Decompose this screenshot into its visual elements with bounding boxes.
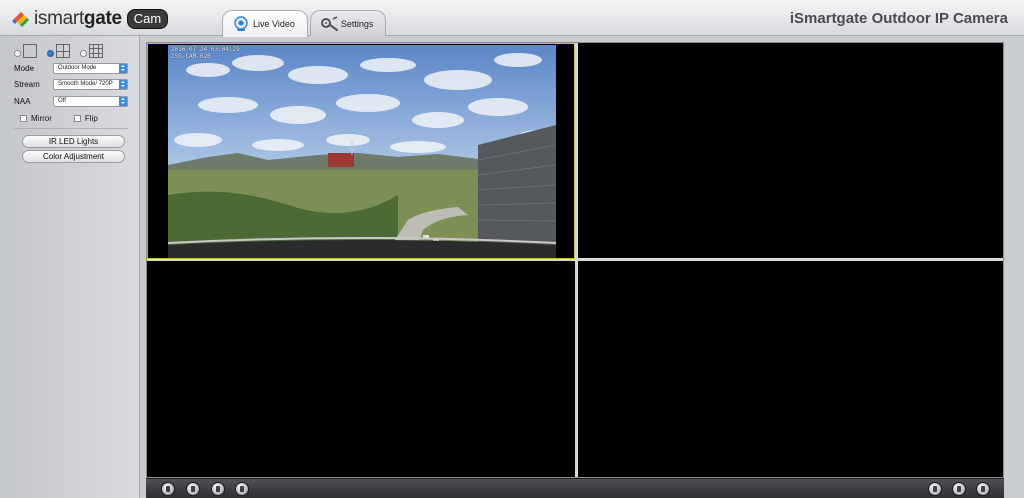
record-icon[interactable] (211, 482, 225, 496)
stream-label: Stream (14, 80, 40, 89)
flip-label: Flip (84, 114, 98, 123)
video-tile-2[interactable] (577, 43, 1003, 259)
select-arrows-icon (119, 97, 127, 106)
split-option-nine[interactable] (80, 44, 103, 58)
tab-live-video-label: Live Video (253, 19, 295, 29)
stream-select[interactable]: Smooth Mode/ 720P (53, 79, 128, 90)
single-view-icon (23, 44, 37, 58)
mirror-label: Mirror (31, 114, 52, 123)
osd-camera-name: iSG-CAM-020 (171, 53, 211, 60)
camera-feed-image: 2016-07-24 03:04:29 iSG-CAM-020 (168, 45, 556, 258)
header-bar: ismartgate Cam Live Video Settings iSmar… (0, 0, 1024, 37)
play-icon[interactable] (161, 482, 175, 496)
mode-row: Mode Outdoor Mode (14, 63, 128, 74)
split-radio-nine[interactable] (80, 50, 87, 57)
snapshot-icon[interactable] (235, 482, 249, 496)
naa-select[interactable]: Off (53, 96, 128, 107)
flip-option[interactable]: Flip (73, 114, 98, 123)
fullscreen-icon[interactable] (928, 482, 942, 496)
ir-led-lights-button[interactable]: IR LED Lights (22, 135, 125, 148)
naa-label: NAA (14, 97, 31, 106)
wrench-icon (320, 15, 338, 32)
mode-label: Mode (14, 64, 35, 73)
split-option-quad[interactable] (47, 44, 70, 58)
select-arrows-icon (119, 64, 127, 73)
split-option-single[interactable] (14, 44, 37, 58)
quad-view-icon (56, 44, 70, 58)
grid-divider-vertical (575, 43, 577, 477)
playback-control-bar (146, 478, 1004, 498)
nine-view-icon (89, 44, 103, 58)
mirror-checkbox[interactable] (20, 115, 27, 122)
sidebar-divider (14, 128, 128, 129)
video-tile-1[interactable]: 2016-07-24 03:04:29 iSG-CAM-020 (147, 43, 575, 259)
naa-row: NAA Off (14, 96, 128, 107)
split-view-selector (14, 44, 113, 58)
osd-timestamp: 2016-07-24 03:04:29 (171, 46, 240, 53)
logo-text: ismartgate (34, 8, 122, 29)
sidebar: Mode Outdoor Mode Stream Smooth Mode/ 72… (0, 36, 140, 498)
video-tile-3[interactable] (147, 261, 575, 477)
flip-checkbox[interactable] (73, 115, 81, 122)
page-title: iSmartgate Outdoor IP Camera (789, 10, 1008, 27)
main-tabs: Live Video Settings (222, 10, 388, 37)
select-arrows-icon (119, 80, 127, 89)
audio-icon[interactable] (952, 482, 966, 496)
stream-value: Smooth Mode/ 720P (58, 81, 113, 87)
webcam-icon (233, 16, 249, 32)
tab-live-video[interactable]: Live Video (222, 10, 308, 37)
talk-icon[interactable] (976, 482, 990, 496)
color-adjustment-button[interactable]: Color Adjustment (22, 150, 125, 163)
mirror-option[interactable]: Mirror (20, 114, 52, 123)
app-logo[interactable]: ismartgate Cam (12, 8, 169, 30)
split-radio-single[interactable] (14, 50, 21, 57)
naa-value: Off (58, 98, 66, 104)
video-grid: 2016-07-24 03:04:29 iSG-CAM-020 (146, 42, 1004, 478)
logo-badge: Cam (126, 9, 169, 29)
mode-value: Outdoor Mode (58, 65, 97, 71)
orientation-options: Mirror Flip (20, 114, 120, 123)
stream-row: Stream Smooth Mode/ 720P (14, 79, 128, 90)
video-tile-4[interactable] (577, 261, 1003, 477)
tab-settings[interactable]: Settings (309, 10, 387, 36)
split-radio-quad[interactable] (47, 50, 54, 57)
ismartgate-logo-icon (12, 10, 30, 28)
stop-icon[interactable] (186, 482, 200, 496)
video-osd-overlay: 2016-07-24 03:04:29 iSG-CAM-020 (171, 46, 240, 60)
mode-select[interactable]: Outdoor Mode (53, 63, 128, 74)
tab-settings-label: Settings (340, 18, 374, 29)
